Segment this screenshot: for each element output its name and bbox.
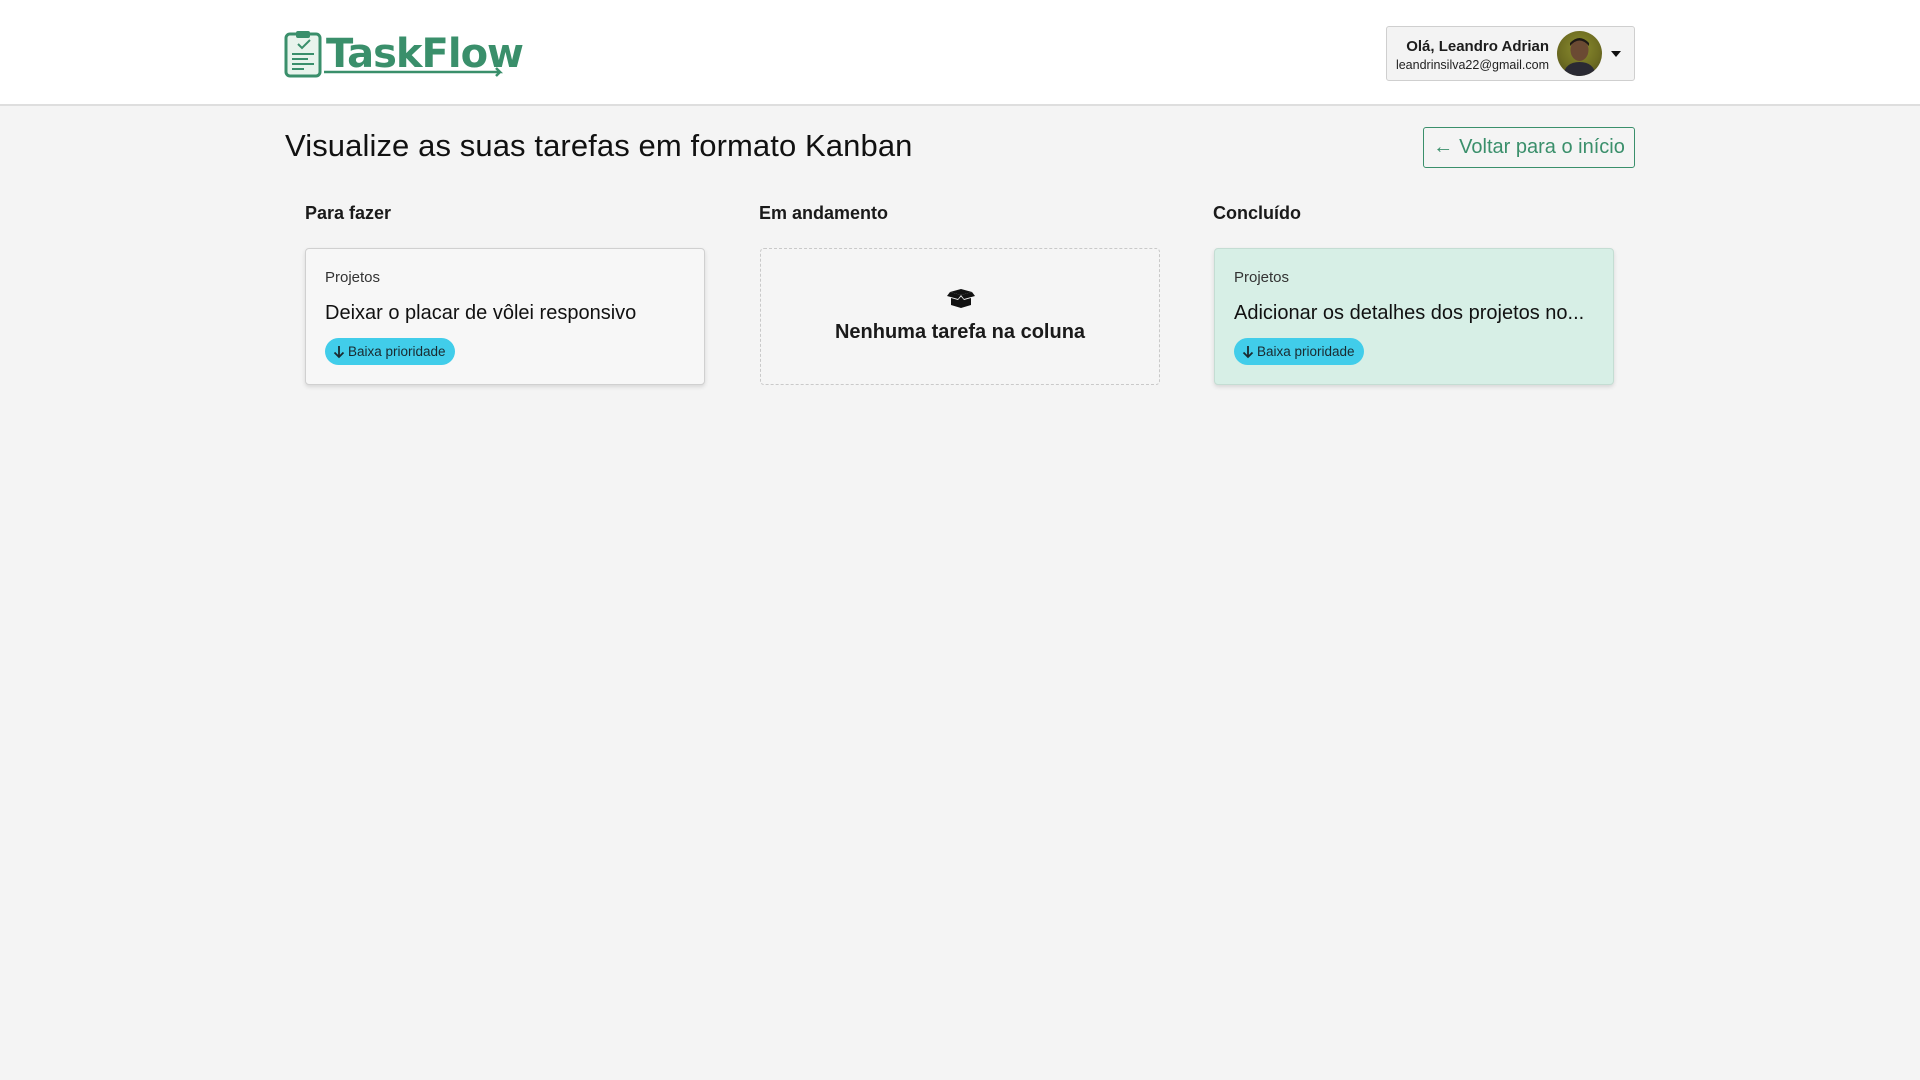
column-title-done: Concluído xyxy=(1213,203,1301,223)
back-to-home-button[interactable]: ← Voltar para o início xyxy=(1423,127,1635,168)
task-card[interactable]: Projetos Adicionar os detalhes dos proje… xyxy=(1214,248,1614,385)
back-button-label: Voltar para o início xyxy=(1459,136,1625,158)
clipboard-logo-icon xyxy=(284,31,322,78)
priority-badge: Baixa prioridade xyxy=(1234,338,1364,365)
top-header: TaskFlow Olá, Leandro Adrian leandrinsil… xyxy=(0,0,1920,106)
empty-column-text: Nenhuma tarefa na coluna xyxy=(834,321,1086,343)
column-title-in-progress: Em andamento xyxy=(759,203,889,223)
page-title: Visualize as suas tarefas em formato Kan… xyxy=(285,128,913,163)
arrow-left-icon: ← xyxy=(1433,136,1454,158)
task-category: Projetos xyxy=(1234,269,1290,286)
user-greeting: Olá, Leandro Adrian xyxy=(1406,38,1549,55)
box-open-icon xyxy=(947,289,975,308)
column-title-todo: Para fazer xyxy=(305,203,392,223)
user-email: leandrinsilva22@gmail.com xyxy=(1395,58,1549,72)
task-title: Adicionar os detalhes dos projetos no... xyxy=(1234,302,1585,324)
empty-column-placeholder: Nenhuma tarefa na coluna xyxy=(760,248,1160,385)
avatar[interactable] xyxy=(1557,31,1602,76)
logo-swoosh-icon xyxy=(324,67,504,77)
task-title: Deixar o placar de vôlei responsivo xyxy=(325,302,637,324)
taskflow-logo[interactable]: TaskFlow xyxy=(284,30,524,78)
arrow-down-icon xyxy=(333,345,345,358)
task-card[interactable]: Projetos Deixar o placar de vôlei respon… xyxy=(305,248,705,385)
user-menu[interactable]: Olá, Leandro Adrian leandrinsilva22@gmai… xyxy=(1386,26,1635,81)
task-category: Projetos xyxy=(325,269,381,286)
caret-down-icon[interactable] xyxy=(1611,51,1621,57)
priority-label: Baixa prioridade xyxy=(348,344,446,359)
arrow-down-icon xyxy=(1242,345,1254,358)
priority-label: Baixa prioridade xyxy=(1257,344,1355,359)
priority-badge: Baixa prioridade xyxy=(325,338,455,365)
avatar-portrait xyxy=(1563,38,1596,76)
